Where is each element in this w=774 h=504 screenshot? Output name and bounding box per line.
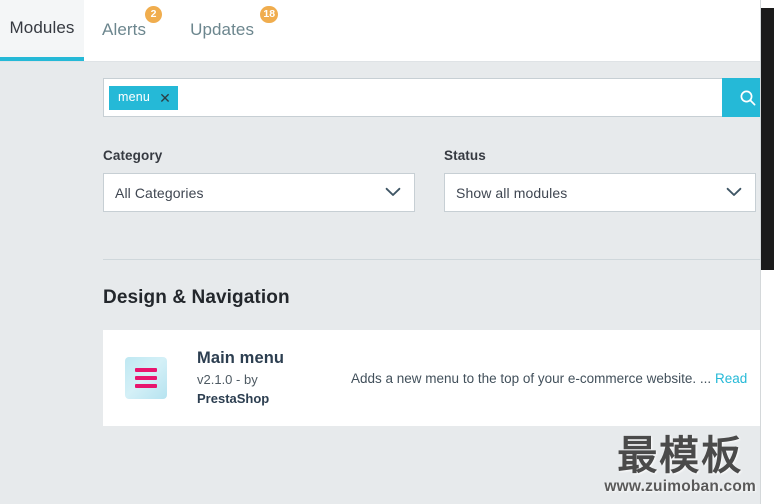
- modules-page: Modules Alerts 2 Updates 18 menu ✕ Categ…: [0, 0, 774, 504]
- tab-modules-label: Modules: [9, 18, 75, 37]
- chevron-down-icon: [726, 184, 742, 202]
- status-select[interactable]: Show all modules: [444, 173, 756, 212]
- filter-status: Status Show all modules: [444, 148, 756, 212]
- category-select-value: All Categories: [115, 184, 204, 201]
- tab-bar: Modules Alerts 2 Updates 18: [0, 0, 774, 62]
- status-select-value: Show all modules: [456, 184, 568, 201]
- content-area: menu ✕ Category All Categories Status Sh…: [0, 62, 774, 504]
- hamburger-menu-icon: [125, 357, 167, 399]
- module-meta: Main menu v2.1.0 - by PrestaShop: [197, 348, 337, 408]
- module-author: PrestaShop: [197, 391, 270, 407]
- section-divider: [103, 259, 774, 260]
- module-description: Adds a new menu to the top of your e-com…: [351, 371, 747, 386]
- search-input[interactable]: [177, 81, 717, 114]
- module-name: Main menu: [197, 348, 285, 367]
- section-title: Design & Navigation: [103, 287, 290, 308]
- search-icon: [739, 89, 757, 107]
- search-row: menu ✕: [103, 78, 774, 117]
- hamburger-bar: [135, 384, 157, 388]
- tab-updates-label: Updates: [190, 20, 255, 39]
- tab-alerts[interactable]: Alerts 2: [84, 0, 176, 61]
- scrollbar-thumb[interactable]: [761, 8, 774, 270]
- tab-modules[interactable]: Modules: [0, 0, 84, 61]
- filter-row: Category All Categories Status Show all …: [103, 148, 774, 212]
- search-filter-chip[interactable]: menu ✕: [109, 85, 178, 110]
- hamburger-bar: [135, 376, 157, 380]
- tab-updates[interactable]: Updates 18: [176, 0, 288, 61]
- module-description-text: Adds a new menu to the top of your e-com…: [351, 370, 712, 386]
- filter-category: Category All Categories: [103, 148, 415, 212]
- filter-category-label: Category: [103, 148, 163, 163]
- search-filter-chip-label: menu: [118, 90, 151, 105]
- read-more-link[interactable]: Read: [715, 371, 747, 386]
- tab-alerts-badge: 2: [145, 6, 163, 23]
- tab-list: Modules Alerts 2 Updates 18: [0, 0, 774, 61]
- tab-alerts-label: Alerts: [102, 20, 147, 39]
- module-card[interactable]: Main menu v2.1.0 - by PrestaShop Adds a …: [103, 330, 774, 426]
- modules-panel: menu ✕ Category All Categories Status Sh…: [103, 78, 774, 426]
- hamburger-bar: [135, 368, 157, 372]
- filter-status-label: Status: [444, 148, 486, 163]
- module-version: v2.1.0 - by: [197, 372, 258, 388]
- chevron-down-icon: [385, 184, 401, 202]
- close-icon[interactable]: ✕: [159, 91, 171, 105]
- search-box[interactable]: menu ✕: [103, 78, 722, 117]
- vertical-scrollbar[interactable]: [761, 0, 774, 504]
- scrollbar-edge: [760, 0, 761, 504]
- category-select[interactable]: All Categories: [103, 173, 415, 212]
- tab-updates-badge: 18: [260, 6, 279, 23]
